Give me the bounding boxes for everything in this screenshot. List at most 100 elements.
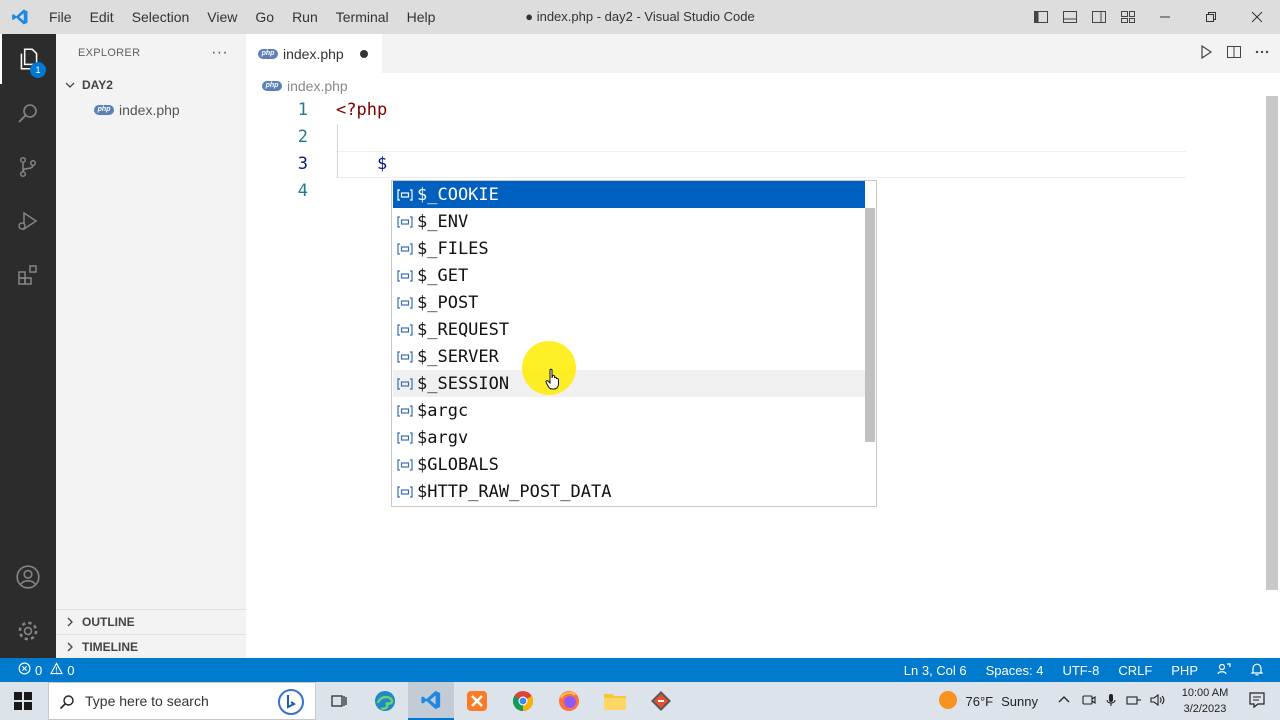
outline-section[interactable]: OUTLINE xyxy=(56,609,246,633)
suggestion-item[interactable]: $_SESSION xyxy=(393,370,865,397)
weather-widget[interactable]: 76°F Sunny xyxy=(938,690,1038,713)
chrome-icon[interactable] xyxy=(500,682,546,720)
menu-file[interactable]: File xyxy=(40,0,81,34)
system-tray: 76°F Sunny 10:00 AM 3/2/2023 xyxy=(938,682,1280,720)
xampp-icon[interactable] xyxy=(454,682,500,720)
line-code[interactable]: <?php xyxy=(336,97,387,124)
run-debug-icon[interactable] xyxy=(0,196,56,246)
meet-now-icon[interactable] xyxy=(1082,693,1096,710)
breadcrumb[interactable]: php index.php xyxy=(262,76,348,96)
timeline-section[interactable]: TIMELINE xyxy=(56,634,246,658)
taskbar-search-box[interactable]: Type here to search xyxy=(48,682,316,720)
suggestion-item[interactable]: $_SERVER xyxy=(393,343,865,370)
suggestion-item[interactable]: $_COOKIE xyxy=(393,181,865,208)
suggestion-item[interactable]: $_FILES xyxy=(393,235,865,262)
title-bar-controls xyxy=(1026,0,1280,34)
indentation[interactable]: Spaces: 4 xyxy=(986,663,1044,678)
restore-button[interactable] xyxy=(1188,0,1234,34)
suggestion-label: $_GET xyxy=(417,265,469,286)
status-bar-right: Ln 3, Col 6 Spaces: 4 UTF-8 CRLF PHP xyxy=(904,658,1264,682)
suggestion-item[interactable]: $_REQUEST xyxy=(393,316,865,343)
chevron-down-icon xyxy=(62,80,78,90)
network-icon[interactable] xyxy=(1126,693,1142,710)
feedback-icon[interactable] xyxy=(1217,662,1231,679)
unsaved-dot-icon[interactable] xyxy=(360,50,368,58)
cursor-position[interactable]: Ln 3, Col 6 xyxy=(904,663,967,678)
suggestion-item[interactable]: $GLOBALS xyxy=(393,451,865,478)
menu-edit[interactable]: Edit xyxy=(81,0,123,34)
toggle-primary-sidebar-icon[interactable] xyxy=(1026,0,1055,34)
line-ending[interactable]: CRLF xyxy=(1118,663,1152,678)
explorer-more-button[interactable]: ··· xyxy=(211,44,228,62)
windows-start-icon[interactable] xyxy=(0,682,46,720)
menu-terminal[interactable]: Terminal xyxy=(327,0,398,34)
line-number: 2 xyxy=(297,127,308,147)
extensions-icon[interactable] xyxy=(0,250,56,300)
customize-layout-icon[interactable] xyxy=(1113,0,1142,34)
php-file-icon: php xyxy=(94,105,114,115)
vscode-taskbar-icon[interactable] xyxy=(408,682,454,720)
task-view-icon[interactable] xyxy=(316,682,362,720)
suggestion-label: $GLOBALS xyxy=(417,454,499,475)
suggestion-item[interactable]: $_POST xyxy=(393,289,865,316)
source-control-icon[interactable] xyxy=(0,142,56,192)
firefox-icon[interactable] xyxy=(546,682,592,720)
editor-scrollbar[interactable] xyxy=(1266,96,1278,590)
variable-icon xyxy=(393,478,417,505)
chevron-up-icon[interactable] xyxy=(1058,694,1070,709)
tab-label: index.php xyxy=(283,45,344,62)
toggle-panel-icon[interactable] xyxy=(1055,0,1084,34)
search-icon[interactable] xyxy=(0,88,56,138)
file-explorer-icon[interactable] xyxy=(592,682,638,720)
suggestion-item[interactable]: $_GET xyxy=(393,262,865,289)
split-editor-icon[interactable] xyxy=(1226,44,1242,63)
suggestion-item[interactable]: $argc xyxy=(393,397,865,424)
close-button[interactable] xyxy=(1234,0,1280,34)
suggestion-widget: $_COOKIE $_ENV $_FILES $_GET $_POST $_REQUEST… xyxy=(391,180,877,507)
menu-go[interactable]: Go xyxy=(246,0,283,34)
activity-bar: 1 xyxy=(0,34,56,658)
vscode-logo-icon xyxy=(0,0,40,34)
search-icon xyxy=(59,694,75,713)
clock-date: 3/2/2023 xyxy=(1183,703,1227,715)
folder-label: DAY2 xyxy=(82,78,113,92)
minimize-button[interactable] xyxy=(1142,0,1188,34)
microphone-icon[interactable] xyxy=(1104,693,1118,710)
explorer-icon[interactable]: 1 xyxy=(0,34,56,84)
suggestion-item[interactable]: $argv xyxy=(393,424,865,451)
more-actions-icon[interactable] xyxy=(1254,44,1270,63)
account-icon[interactable] xyxy=(0,552,56,602)
code-line: 3 $ xyxy=(246,151,1206,178)
settings-icon[interactable] xyxy=(0,606,56,656)
edge-browser-icon[interactable] xyxy=(362,682,408,720)
git-gui-icon[interactable] xyxy=(638,682,684,720)
breadcrumb-file[interactable]: index.php xyxy=(287,78,348,94)
window-title: ● index.php - day2 - Visual Studio Code xyxy=(525,9,755,24)
suggestion-item[interactable]: $_ENV xyxy=(393,208,865,235)
run-file-icon[interactable] xyxy=(1198,44,1214,63)
menu-selection[interactable]: Selection xyxy=(123,0,199,34)
notification-center-icon[interactable] xyxy=(1248,691,1266,712)
folder-day2[interactable]: DAY2 xyxy=(56,72,246,98)
suggestion-item[interactable]: $HTTP_RAW_POST_DATA xyxy=(393,478,865,505)
suggestion-label: $_POST xyxy=(417,292,479,313)
suggestion-scrollbar[interactable] xyxy=(865,208,875,442)
php-file-icon: php xyxy=(258,48,278,59)
menu-view[interactable]: View xyxy=(198,0,246,34)
language-mode[interactable]: PHP xyxy=(1171,663,1198,678)
problems-indicator[interactable]: 0 0 xyxy=(18,658,74,682)
bing-icon[interactable] xyxy=(277,688,305,719)
system-clock[interactable]: 10:00 AM 3/2/2023 xyxy=(1170,685,1240,717)
volume-icon[interactable] xyxy=(1150,693,1166,710)
explorer-sidebar: EXPLORER ··· DAY2 php index.php OUTLINE … xyxy=(56,34,246,658)
notifications-bell-icon[interactable] xyxy=(1250,662,1264,679)
menu-run[interactable]: Run xyxy=(283,0,327,34)
file-index-php[interactable]: php index.php xyxy=(56,98,246,122)
line-code[interactable]: $ xyxy=(336,151,387,178)
menu-help[interactable]: Help xyxy=(398,0,445,34)
suggestion-label: $_ENV xyxy=(417,211,469,232)
encoding[interactable]: UTF-8 xyxy=(1062,663,1099,678)
toggle-secondary-sidebar-icon[interactable] xyxy=(1084,0,1113,34)
variable-icon xyxy=(393,289,417,316)
tab-index-php[interactable]: php index.php xyxy=(246,34,382,73)
